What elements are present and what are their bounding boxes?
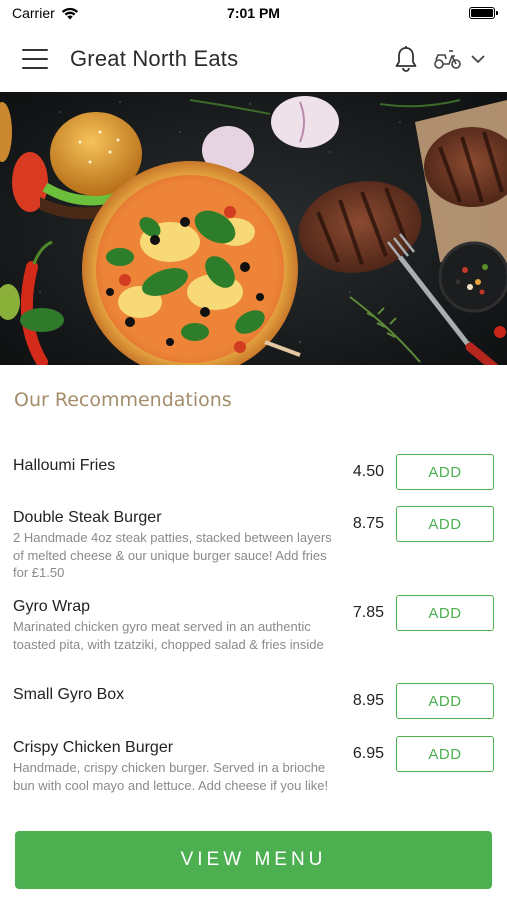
- wifi-icon: [61, 7, 78, 19]
- list-item: Crispy Chicken Burger Handmade, crispy c…: [0, 728, 507, 818]
- item-text: Halloumi Fries: [13, 446, 345, 476]
- list-item: Gyro Wrap Marinated chicken gyro meat se…: [0, 587, 507, 675]
- chevron-down-icon[interactable]: [467, 44, 489, 74]
- bell-icon[interactable]: [391, 44, 421, 74]
- carrier-label: Carrier: [12, 5, 55, 21]
- menu-icon[interactable]: [22, 49, 48, 69]
- app-title: Great North Eats: [70, 46, 239, 71]
- item-text: Crispy Chicken Burger Handmade, crispy c…: [13, 728, 345, 794]
- status-left: Carrier: [12, 5, 79, 21]
- item-name: Halloumi Fries: [13, 457, 116, 474]
- view-menu-button[interactable]: VIEW MENU: [15, 831, 492, 889]
- add-button[interactable]: ADD: [396, 736, 494, 772]
- app-header: Great North Eats: [0, 26, 507, 92]
- scooter-icon[interactable]: [433, 44, 463, 74]
- recommendations-title: Our Recommendations: [14, 389, 232, 411]
- item-price: 8.75: [352, 515, 384, 532]
- status-bar: Carrier 7:01 PM: [0, 0, 507, 26]
- list-item: Double Steak Burger 2 Handmade 4oz steak…: [0, 498, 507, 587]
- battery-icon: [469, 7, 498, 19]
- item-price: 7.85: [352, 604, 384, 621]
- item-price: 8.95: [352, 692, 384, 709]
- add-button[interactable]: ADD: [396, 454, 494, 490]
- item-description: 2 Handmade 4oz steak patties, stacked be…: [13, 530, 332, 581]
- recommendations-list: Halloumi Fries 4.50 ADD Double Steak Bur…: [0, 446, 507, 818]
- food-illustration: [0, 92, 507, 365]
- add-button[interactable]: ADD: [396, 506, 494, 542]
- hero-banner-image: [0, 92, 507, 365]
- item-name: Gyro Wrap: [13, 598, 91, 615]
- item-name: Double Steak Burger: [13, 509, 162, 526]
- add-button[interactable]: ADD: [396, 595, 494, 631]
- item-price: 4.50: [352, 463, 384, 480]
- list-item: Halloumi Fries 4.50 ADD: [0, 446, 507, 498]
- item-name: Small Gyro Box: [13, 686, 125, 703]
- item-description: Handmade, crispy chicken burger. Served …: [13, 760, 329, 793]
- item-text: Double Steak Burger 2 Handmade 4oz steak…: [13, 498, 345, 582]
- item-price: 6.95: [352, 745, 384, 762]
- battery-level: [471, 9, 493, 17]
- item-description: Marinated chicken gyro meat served in an…: [13, 619, 324, 652]
- item-text: Small Gyro Box: [13, 675, 345, 705]
- list-item: Small Gyro Box 8.95 ADD: [0, 675, 507, 728]
- item-name: Crispy Chicken Burger: [13, 739, 174, 756]
- item-text: Gyro Wrap Marinated chicken gyro meat se…: [13, 587, 345, 653]
- add-button[interactable]: ADD: [396, 683, 494, 719]
